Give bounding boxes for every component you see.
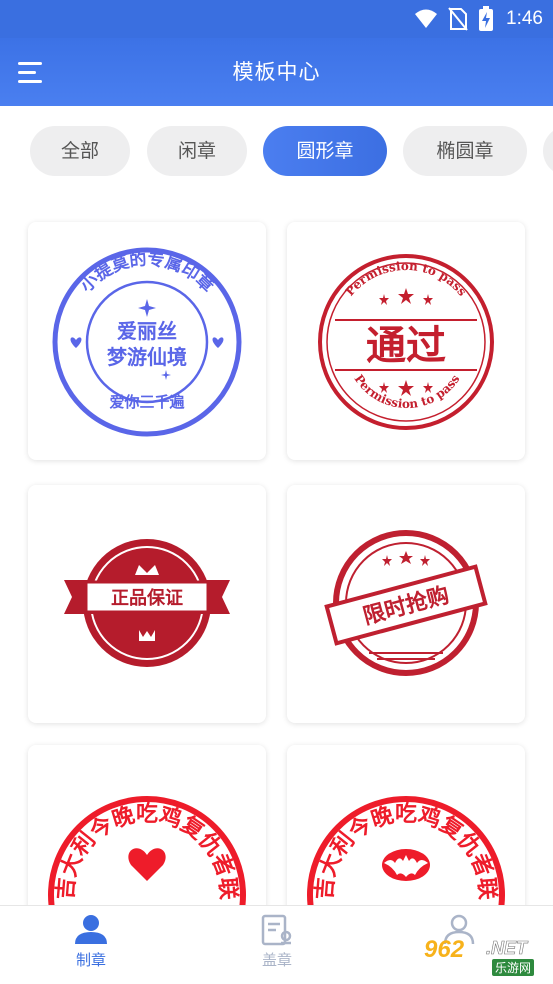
svg-text:小提莫的专属印章: 小提莫的专属印章 [77,249,218,297]
seal-3-graphic: 正品保证 [64,539,230,667]
template-card-1[interactable]: 小提莫的专属印章 爱丽丝 梦游仙境 爱你三千遍 [28,222,266,460]
seal-1-heart-right-icon [212,337,224,348]
nav-stamp[interactable]: 盖章 [217,906,337,984]
site-watermark: 962 .NET 乐游网 [412,932,548,978]
watermark-subtitle: 乐游网 [492,959,535,976]
watermark-suffix: .NET [486,938,528,959]
seal-1-heart-left-icon [70,337,82,348]
seal-1-graphic: 小提莫的专属印章 爱丽丝 梦游仙境 爱你三千遍 [52,247,242,437]
seal-6-graphic: 大吉大利今晚吃鸡复仇者联盟 [287,745,505,915]
template-card-2[interactable]: Permission to pass Permission to pass 通过 [287,222,525,460]
nav-make-seal[interactable]: 制章 [31,906,151,984]
seal-5-graphic: 大吉大利今晚吃鸡复仇者联盟 [28,745,246,915]
seal-2-graphic: Permission to pass Permission to pass 通过 [318,254,494,430]
nav-label-stamp: 盖章 [261,951,292,969]
template-card-4[interactable]: 限时抢购 [287,485,525,723]
seal-2-center-text: 通过 [366,322,446,369]
seal-1-star-small-icon [161,370,171,380]
seal-1-center-line-1: 爱丽丝 [117,319,177,343]
watermark-number: 962 [424,936,465,963]
seal-4-graphic: 限时抢购 [324,530,488,676]
template-grid: 小提莫的专属印章 爱丽丝 梦游仙境 爱你三千遍 Permission to pa… [0,0,553,983]
template-card-6[interactable]: 大吉大利今晚吃鸡复仇者联盟 [287,745,525,915]
nav-label-make-seal: 制章 [75,951,106,969]
seal-1-bottom-text: 爱你三千遍 [109,393,185,411]
person-icon [75,915,107,944]
seal-1-star-icon [138,299,156,317]
heart-icon [128,848,166,881]
seal-4-stars-icon [382,551,430,566]
stamp-document-icon [261,914,292,946]
template-card-3[interactable]: 正品保证 [28,485,266,723]
template-card-5[interactable]: 大吉大利今晚吃鸡复仇者联盟 [28,745,266,915]
seal-1-arc-text: 小提莫的专属印章 [77,249,218,297]
seal-1-center-line-2: 梦游仙境 [107,345,187,369]
seal-3-ribbon-text: 正品保证 [111,587,183,609]
